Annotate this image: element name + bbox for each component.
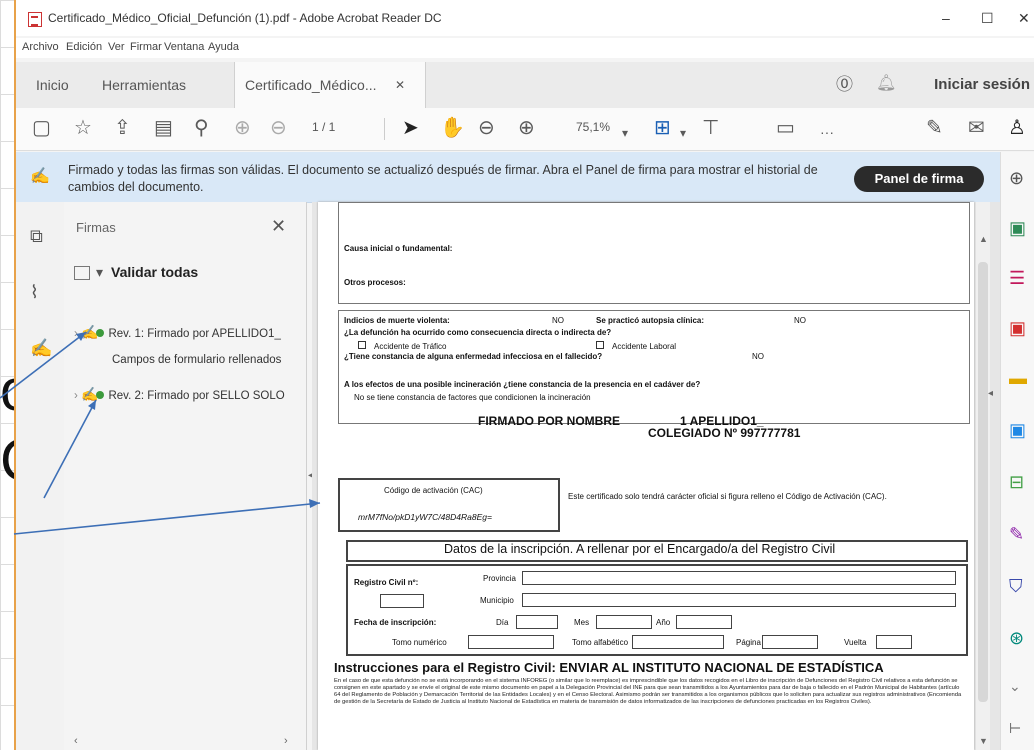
annotation-arrow-1 — [0, 331, 87, 399]
annotation-arrow-3 — [13, 502, 321, 535]
annotation-arrow-2 — [43, 399, 97, 499]
annotation-arrowhead-1 — [76, 332, 86, 341]
annotation-arrowhead-3 — [309, 499, 320, 508]
annotation-arrows — [0, 331, 321, 535]
